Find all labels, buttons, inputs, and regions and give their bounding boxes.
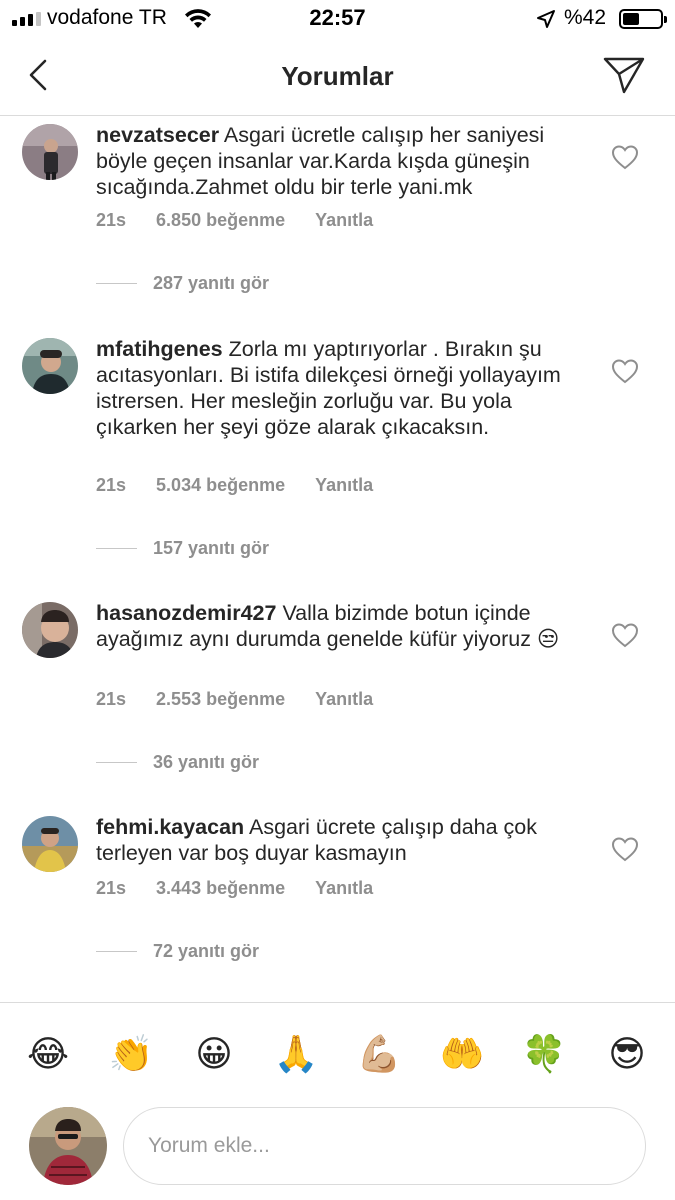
paper-plane-icon	[603, 57, 645, 94]
view-replies-label: 287 yanıtı gör	[153, 273, 270, 293]
status-bar: vodafone TR 22:57 %42	[0, 0, 675, 40]
comment-meta: 21s 6.850 beğenme Yanıtla	[96, 210, 373, 231]
page-title: Yorumlar	[281, 61, 394, 91]
avatar-image	[22, 124, 78, 180]
avatar-image	[22, 602, 78, 658]
location-arrow-icon	[537, 10, 555, 28]
palms-up-emoji[interactable]: 🤲	[439, 1031, 485, 1077]
comment-time: 21s	[96, 210, 127, 230]
heart-icon[interactable]	[611, 144, 639, 170]
comment-username[interactable]: hasanozdemir427	[96, 601, 276, 625]
avatar-image	[29, 1107, 107, 1185]
comment-text-block: mfatihgenes Zorla mı yaptırıyorlar . Bır…	[96, 336, 586, 440]
comment-text-block: fehmi.kayacan Asgari ücrete çalışıp daha…	[96, 814, 586, 866]
avatar-image	[22, 338, 78, 394]
divider-line	[96, 283, 137, 284]
heart-icon[interactable]	[611, 358, 639, 384]
avatar-image	[22, 816, 78, 872]
comment-username[interactable]: fehmi.kayacan	[96, 815, 244, 839]
clapping-hands-emoji[interactable]: 👏	[108, 1031, 154, 1077]
comment-meta: 21s 5.034 beğenme Yanıtla	[96, 475, 373, 496]
comment-likes[interactable]: 6.850 beğenme	[156, 210, 285, 231]
avatar[interactable]	[22, 338, 78, 394]
flexed-biceps-emoji[interactable]: 💪🏼	[356, 1031, 402, 1077]
comment-likes[interactable]: 3.443 beğenme	[156, 878, 285, 899]
reply-button[interactable]: Yanıtla	[315, 475, 373, 496]
view-replies-label: 157 yanıtı gör	[153, 538, 270, 558]
comment-composer	[0, 1098, 675, 1200]
avatar[interactable]	[22, 602, 78, 658]
folded-hands-emoji[interactable]: 🙏	[273, 1031, 319, 1077]
comment-meta: 21s 3.443 beğenme Yanıtla	[96, 878, 373, 899]
grinning-face-emoji[interactable]: 😀	[191, 1031, 237, 1077]
avatar	[29, 1107, 107, 1185]
reply-button[interactable]: Yanıtla	[315, 689, 373, 710]
divider-line	[96, 951, 137, 952]
view-replies-button[interactable]: 36 yanıtı gör	[96, 752, 259, 773]
view-replies-button[interactable]: 287 yanıtı gör	[96, 273, 269, 294]
avatar[interactable]	[22, 816, 78, 872]
comment-likes[interactable]: 2.553 beğenme	[156, 689, 285, 710]
view-replies-label: 72 yanıtı gör	[153, 941, 260, 961]
comment-username[interactable]: mfatihgenes	[96, 337, 223, 361]
four-leaf-clover-emoji[interactable]: 🍀	[521, 1031, 567, 1077]
heart-icon[interactable]	[611, 836, 639, 862]
view-replies-label: 36 yanıtı gör	[153, 752, 260, 772]
view-replies-button[interactable]: 157 yanıtı gör	[96, 538, 269, 559]
direct-send-button[interactable]	[600, 52, 648, 98]
divider-line	[96, 548, 137, 549]
sunglasses-emoji[interactable]: 😎	[604, 1031, 650, 1077]
battery-percent: %42	[564, 6, 607, 29]
comment-meta: 21s 2.553 beğenme Yanıtla	[96, 689, 373, 710]
battery-icon	[619, 9, 667, 29]
avatar[interactable]	[22, 124, 78, 180]
comment-username[interactable]: nevzatsecer	[96, 123, 219, 147]
comment-time: 21s	[96, 689, 127, 709]
unamused-face-emoji: 😒	[537, 627, 560, 652]
divider-line	[96, 762, 137, 763]
comment-time: 21s	[96, 878, 127, 898]
comment-likes[interactable]: 5.034 beğenme	[156, 475, 285, 496]
comment-input[interactable]	[123, 1107, 646, 1185]
reply-button[interactable]: Yanıtla	[315, 878, 373, 899]
view-replies-button[interactable]: 72 yanıtı gör	[96, 941, 259, 962]
reply-button[interactable]: Yanıtla	[315, 210, 373, 231]
heart-icon[interactable]	[611, 622, 639, 648]
comment-text-block: hasanozdemir427 Valla bizimde botun için…	[96, 600, 586, 653]
emoji-quick-bar: 😂 👏 😀 🙏 💪🏼 🤲 🍀 😎	[0, 1002, 675, 1098]
header: Yorumlar	[0, 40, 675, 116]
tears-of-joy-emoji[interactable]: 😂	[25, 1031, 71, 1077]
comment-time: 21s	[96, 475, 127, 495]
comment-text-block: nevzatsecer Asgari ücretle calışıp her s…	[96, 122, 586, 200]
